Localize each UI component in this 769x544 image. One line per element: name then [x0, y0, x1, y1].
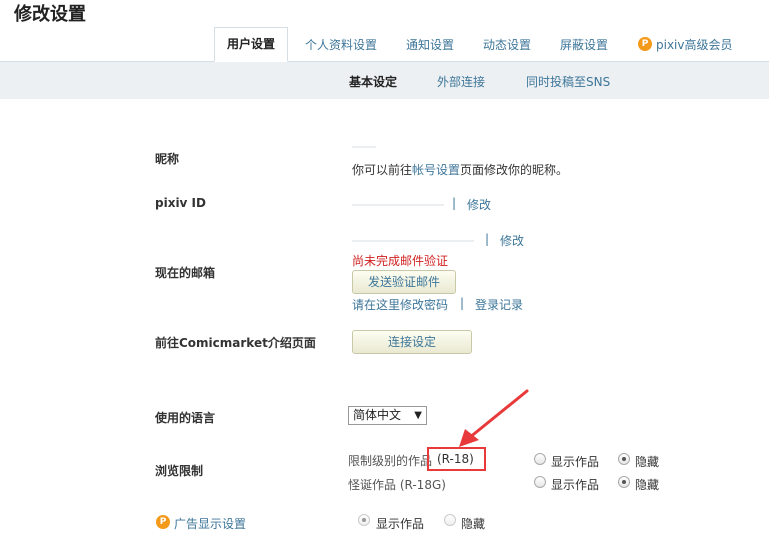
annotation-highlight-box	[427, 447, 486, 471]
subtab-basic[interactable]: 基本设定	[349, 73, 397, 90]
r18-show-radio[interactable]	[534, 453, 546, 465]
r18g-show-label: 显示作品	[551, 478, 600, 492]
chevron-down-icon: ▼	[414, 410, 422, 421]
tab-premium[interactable]: pixiv高级会员	[656, 36, 733, 53]
r18g-hide-radio[interactable]	[618, 476, 630, 488]
nickname-hint-suffix: 页面修改你的昵称。	[460, 163, 569, 177]
email-separator: |	[485, 232, 490, 246]
email-label: 现在的邮箱	[155, 266, 216, 280]
login-history-link[interactable]: 登录记录	[475, 296, 523, 313]
r18g-show-radio[interactable]	[534, 476, 546, 488]
r18-hide-radio[interactable]	[618, 453, 630, 465]
r18-hide-label: 隐藏	[635, 455, 660, 469]
change-password-link[interactable]: 请在这里修改密码	[352, 296, 448, 313]
connect-settings-button[interactable]: 连接设定	[352, 330, 472, 354]
account-settings-link[interactable]: 帐号设置	[412, 163, 460, 177]
email-separator-2: |	[460, 296, 465, 310]
tab-profile-settings[interactable]: 个人资料设置	[305, 36, 377, 53]
email-edit-link[interactable]: 修改	[500, 232, 524, 249]
annotation-arrow-icon	[459, 389, 529, 447]
ads-hide-radio[interactable]	[444, 514, 456, 526]
ads-show-label: 显示作品	[376, 517, 425, 531]
ads-hide-label: 隐藏	[461, 517, 486, 531]
email-value	[352, 240, 474, 242]
pixiv-id-edit-link[interactable]: 修改	[467, 196, 491, 213]
comicmarket-label: 前往Comicmarket介绍页面	[155, 336, 316, 350]
nickname-hint-prefix: 你可以前往	[352, 163, 413, 177]
r18g-hide-label: 隐藏	[635, 478, 660, 492]
nickname-label: 昵称	[155, 152, 180, 166]
language-selected: 简体中文	[353, 408, 402, 422]
pixiv-id-separator: |	[452, 196, 457, 210]
email-unverified-warning: 尚未完成邮件验证	[352, 254, 449, 268]
ads-show-radio[interactable]	[358, 514, 370, 526]
r18-label: 限制级别的作品	[348, 454, 433, 468]
tab-user-settings[interactable]: 用户设置	[214, 27, 288, 62]
premium-icon: P	[638, 37, 652, 51]
page-title: 修改设置	[14, 4, 86, 25]
tab-feed-settings[interactable]: 动态设置	[483, 36, 531, 53]
r18-show-label: 显示作品	[551, 455, 600, 469]
tab-notification-settings[interactable]: 通知设置	[406, 36, 454, 53]
send-verification-button[interactable]: 发送验证邮件	[352, 270, 456, 294]
pixiv-id-value	[352, 204, 444, 206]
ads-settings-label[interactable]: 广告显示设置	[174, 515, 246, 532]
subtab-sns-post[interactable]: 同时投稿至SNS	[526, 73, 610, 90]
nickname-hint: 你可以前往帐号设置页面修改你的昵称。	[352, 161, 568, 178]
language-label: 使用的语言	[155, 411, 216, 425]
nickname-value	[352, 146, 376, 148]
language-select[interactable]: 简体中文 ▼	[348, 406, 427, 425]
pixiv-id-label: pixiv ID	[155, 196, 206, 210]
subtab-external-links[interactable]: 外部连接	[437, 73, 485, 90]
tab-block-settings[interactable]: 屏蔽设置	[560, 36, 608, 53]
r18g-label: 怪诞作品 (R-18G)	[348, 478, 446, 492]
ads-premium-icon: P	[156, 515, 170, 529]
browse-limit-label: 浏览限制	[155, 464, 204, 478]
